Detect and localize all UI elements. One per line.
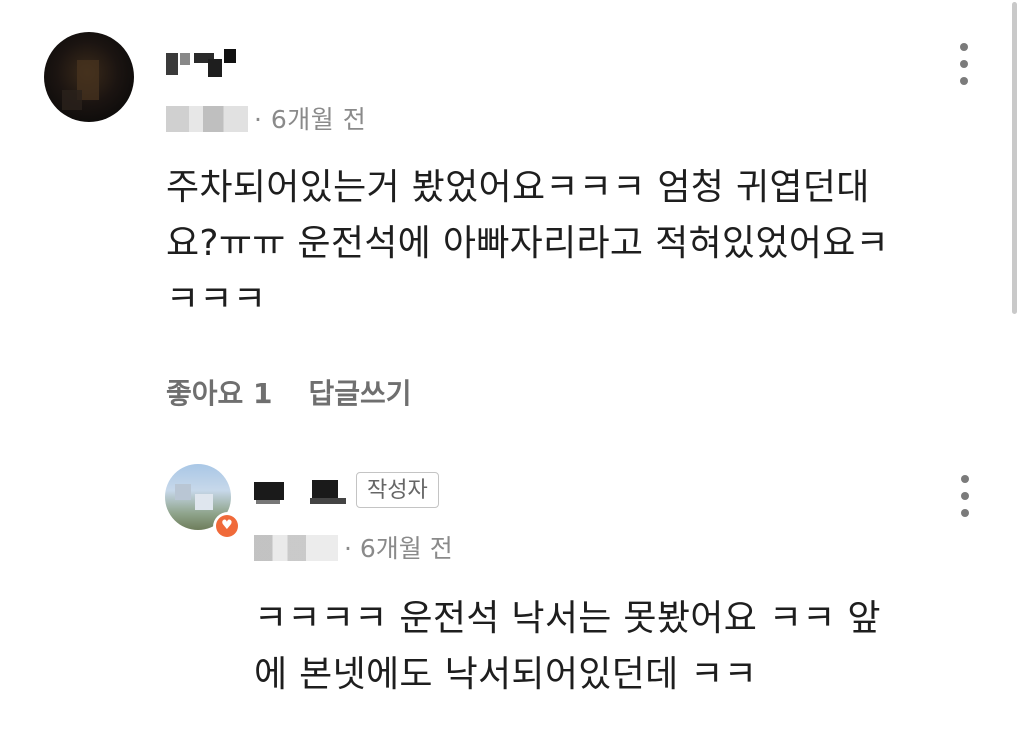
comment-meta: · 6개월 전 (166, 100, 366, 136)
comment-body-line: 요?ㅠㅠ 운전석에 아빠자리라고 적혀있었어요ㅋ (166, 223, 890, 264)
comment-time: 6개월 전 (270, 105, 367, 134)
reply-separator: · (344, 534, 360, 563)
comment-actions: 좋아요 1 답글쓰기 (166, 372, 412, 412)
heart-badge-icon: ♥ (213, 512, 243, 542)
reply-body: ㅋㅋㅋㅋ 운전석 낙서는 못봤어요 ㅋㅋ 앞 에 본넷에도 낙서되어있던데 ㅋㅋ (254, 591, 881, 703)
reply-time: 6개월 전 (359, 534, 453, 563)
comment-body-line: 주차되어있는거 봤었어요ㅋㅋㅋ 엄청 귀엽던대 (166, 167, 870, 208)
like-button[interactable]: 좋아요 1 (166, 372, 273, 412)
write-reply-button[interactable]: 답글쓰기 (309, 372, 412, 412)
reply-body-line: ㅋㅋㅋㅋ 운전석 낙서는 못봤어요 ㅋㅋ 앞 (254, 598, 881, 639)
commenter-handle-censored (166, 106, 248, 132)
reply-meta: · 6개월 전 (254, 529, 453, 565)
comment-body-line: ㅋㅋㅋ (166, 279, 267, 320)
reply-author-handle-censored (254, 535, 338, 561)
scrollbar[interactable] (1012, 2, 1017, 314)
comment-more-icon[interactable] (960, 43, 968, 85)
reply-body-line: 에 본넷에도 낙서되어있던데 ㅋㅋ (254, 654, 758, 695)
author-badge: 작성자 (356, 472, 439, 508)
comment-separator: · (254, 105, 271, 134)
commenter-avatar[interactable] (44, 32, 134, 122)
reply-more-icon[interactable] (961, 475, 969, 517)
comment-body: 주차되어있는거 봤었어요ㅋㅋㅋ 엄청 귀엽던대 요?ㅠㅠ 운전석에 아빠자리라고… (166, 160, 889, 328)
